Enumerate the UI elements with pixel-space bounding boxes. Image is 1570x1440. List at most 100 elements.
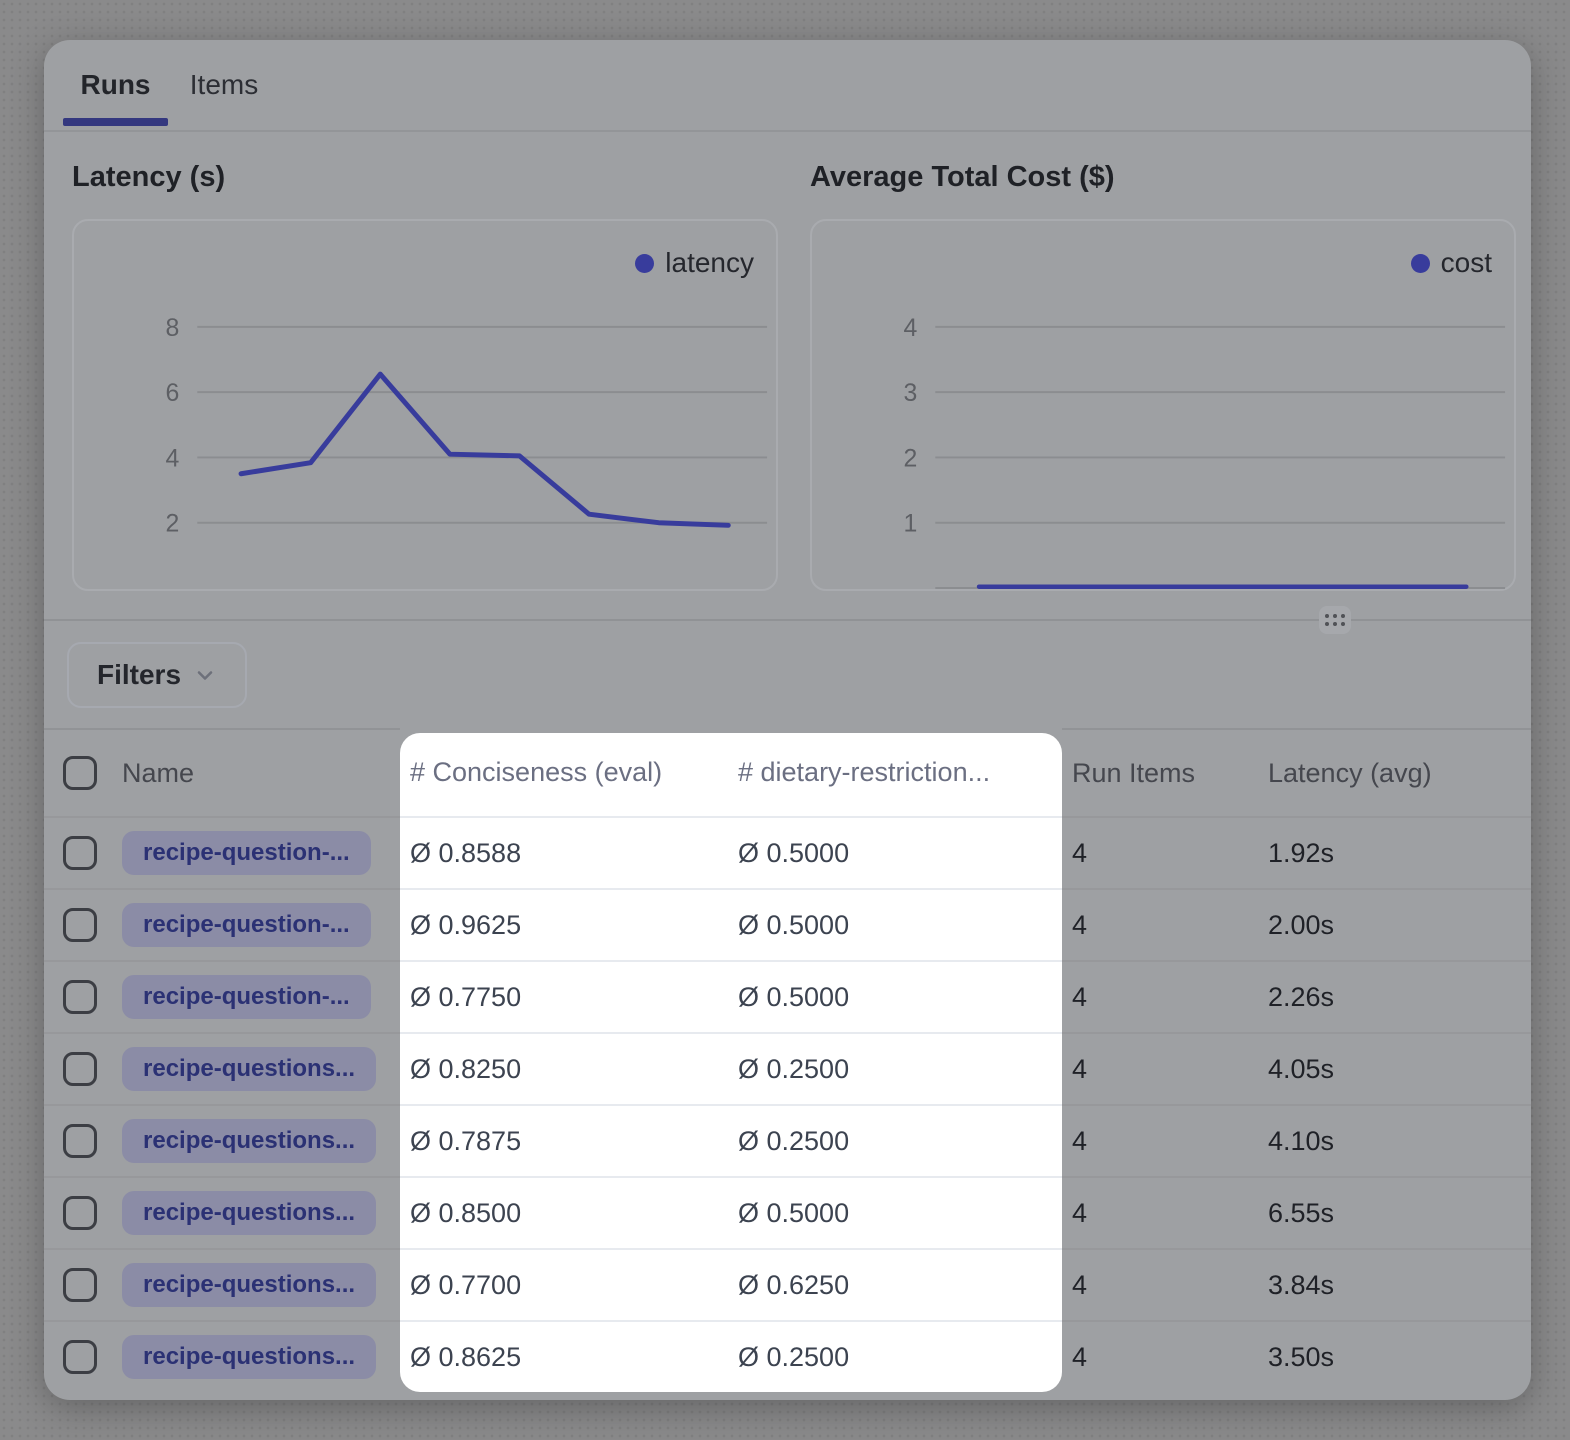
name-cell: recipe-question-... — [44, 960, 400, 1032]
conciseness-cell: Ø 0.7700 — [400, 1248, 730, 1320]
name-cell: recipe-questions... — [44, 1104, 400, 1176]
row-checkbox[interactable] — [63, 1340, 97, 1374]
run-items-cell: 4 — [1062, 816, 1258, 888]
name-cell: recipe-questions... — [44, 1248, 400, 1320]
conciseness-cell: Ø 0.8500 — [400, 1176, 730, 1248]
filters-button[interactable]: Filters — [67, 642, 247, 708]
table-row[interactable]: recipe-questions... Ø 0.8250 Ø 0.2500 4 … — [44, 1032, 1531, 1104]
header-cell-name: Name — [44, 728, 400, 816]
drag-handle-icon[interactable] — [1319, 606, 1351, 634]
table-row[interactable]: recipe-question-... Ø 0.9625 Ø 0.5000 4 … — [44, 888, 1531, 960]
cost-chart: 1234 — [812, 221, 1514, 589]
conciseness-cell: Ø 0.8250 — [400, 1032, 730, 1104]
filters-button-label: Filters — [97, 659, 181, 691]
dietary-cell: Ø 0.6250 — [730, 1248, 1062, 1320]
cost-chart-panel: 1234 cost — [810, 219, 1516, 591]
run-items-column-label: Run Items — [1072, 758, 1195, 789]
run-items-cell: 4 — [1062, 1104, 1258, 1176]
dietary-cell: Ø 0.5000 — [730, 888, 1062, 960]
table-row[interactable]: recipe-questions... Ø 0.8500 Ø 0.5000 4 … — [44, 1176, 1531, 1248]
header-cell-dietary: # dietary-restriction... — [730, 728, 1062, 816]
latency-cell: 2.26s — [1258, 960, 1531, 1032]
conciseness-cell: Ø 0.9625 — [400, 888, 730, 960]
y-tick-label: 4 — [166, 445, 180, 472]
tab-items[interactable]: Items — [180, 40, 268, 130]
row-checkbox[interactable] — [63, 1052, 97, 1086]
latency-cell: 4.10s — [1258, 1104, 1531, 1176]
cost-chart-title: Average Total Cost ($) — [810, 161, 1115, 194]
y-tick-label: 8 — [166, 315, 180, 342]
y-tick-label: 4 — [904, 315, 918, 342]
run-name-badge[interactable]: recipe-questions... — [122, 1119, 376, 1163]
table-row[interactable]: recipe-questions... Ø 0.7875 Ø 0.2500 4 … — [44, 1104, 1531, 1176]
header-cell-latency: Latency (avg) — [1258, 728, 1531, 816]
latency-cell: 1.92s — [1258, 816, 1531, 888]
dietary-cell: Ø 0.2500 — [730, 1320, 1062, 1392]
dietary-cell: Ø 0.2500 — [730, 1104, 1062, 1176]
latency-chart-panel: 2468 latency — [72, 219, 778, 591]
run-name-badge[interactable]: recipe-question-... — [122, 975, 371, 1019]
dietary-cell: Ø 0.5000 — [730, 816, 1062, 888]
table-header-row: Name # Conciseness (eval) # dietary-rest… — [44, 728, 1531, 816]
table-row[interactable]: recipe-question-... Ø 0.7750 Ø 0.5000 4 … — [44, 960, 1531, 1032]
run-name-badge[interactable]: recipe-question-... — [122, 903, 371, 947]
y-tick-label: 2 — [904, 445, 918, 472]
row-checkbox[interactable] — [63, 836, 97, 870]
row-checkbox[interactable] — [63, 1268, 97, 1302]
run-name-badge[interactable]: recipe-questions... — [122, 1335, 376, 1379]
row-checkbox[interactable] — [63, 1196, 97, 1230]
latency-cell: 3.84s — [1258, 1248, 1531, 1320]
run-items-cell: 4 — [1062, 1176, 1258, 1248]
latency-chart-title: Latency (s) — [72, 161, 225, 194]
latency-cell: 6.55s — [1258, 1176, 1531, 1248]
tab-bar: Runs Items — [44, 40, 1531, 132]
header-cell-conciseness: # Conciseness (eval) — [400, 728, 730, 816]
run-name-badge[interactable]: recipe-questions... — [122, 1047, 376, 1091]
cost-legend-label: cost — [1441, 247, 1492, 279]
latency-legend: latency — [635, 247, 754, 279]
name-cell: recipe-questions... — [44, 1176, 400, 1248]
conciseness-cell: Ø 0.7750 — [400, 960, 730, 1032]
y-tick-label: 2 — [166, 511, 180, 538]
conciseness-cell: Ø 0.7875 — [400, 1104, 730, 1176]
run-items-cell: 4 — [1062, 960, 1258, 1032]
tab-runs[interactable]: Runs — [63, 40, 168, 130]
run-name-badge[interactable]: recipe-questions... — [122, 1263, 376, 1307]
name-cell: recipe-question-... — [44, 888, 400, 960]
runs-table: Name # Conciseness (eval) # dietary-rest… — [44, 728, 1531, 1392]
latency-cell: 2.00s — [1258, 888, 1531, 960]
name-cell: recipe-question-... — [44, 816, 400, 888]
row-checkbox[interactable] — [63, 980, 97, 1014]
latency-cell: 4.05s — [1258, 1032, 1531, 1104]
table-row[interactable]: recipe-questions... Ø 0.7700 Ø 0.6250 4 … — [44, 1248, 1531, 1320]
dietary-cell: Ø 0.5000 — [730, 1176, 1062, 1248]
dietary-cell: Ø 0.2500 — [730, 1032, 1062, 1104]
y-tick-label: 3 — [904, 380, 918, 407]
dietary-cell: Ø 0.5000 — [730, 960, 1062, 1032]
active-tab-underline — [63, 118, 168, 126]
run-name-badge[interactable]: recipe-questions... — [122, 1191, 376, 1235]
run-items-cell: 4 — [1062, 1248, 1258, 1320]
table-row[interactable]: recipe-questions... Ø 0.8625 Ø 0.2500 4 … — [44, 1320, 1531, 1392]
conciseness-column-label: # Conciseness (eval) — [410, 757, 662, 788]
section-divider — [44, 619, 1531, 621]
latency-legend-dot-icon — [635, 254, 654, 273]
name-column-label: Name — [122, 758, 194, 789]
chevron-down-icon — [193, 663, 217, 687]
latency-line — [241, 374, 728, 525]
latency-cell: 3.50s — [1258, 1320, 1531, 1392]
select-all-checkbox[interactable] — [63, 756, 97, 790]
table-body: recipe-question-... Ø 0.8588 Ø 0.5000 4 … — [44, 816, 1531, 1392]
cost-legend: cost — [1411, 247, 1492, 279]
latency-legend-label: latency — [665, 247, 754, 279]
row-checkbox[interactable] — [63, 1124, 97, 1158]
tab-items-label: Items — [190, 69, 258, 101]
run-name-badge[interactable]: recipe-question-... — [122, 831, 371, 875]
conciseness-cell: Ø 0.8588 — [400, 816, 730, 888]
table-row[interactable]: recipe-question-... Ø 0.8588 Ø 0.5000 4 … — [44, 816, 1531, 888]
name-cell: recipe-questions... — [44, 1032, 400, 1104]
dietary-column-label: # dietary-restriction... — [738, 757, 990, 788]
row-checkbox[interactable] — [63, 908, 97, 942]
runs-panel-card: Runs Items Latency (s) Average Total Cos… — [44, 40, 1531, 1400]
tab-runs-label: Runs — [81, 69, 151, 101]
